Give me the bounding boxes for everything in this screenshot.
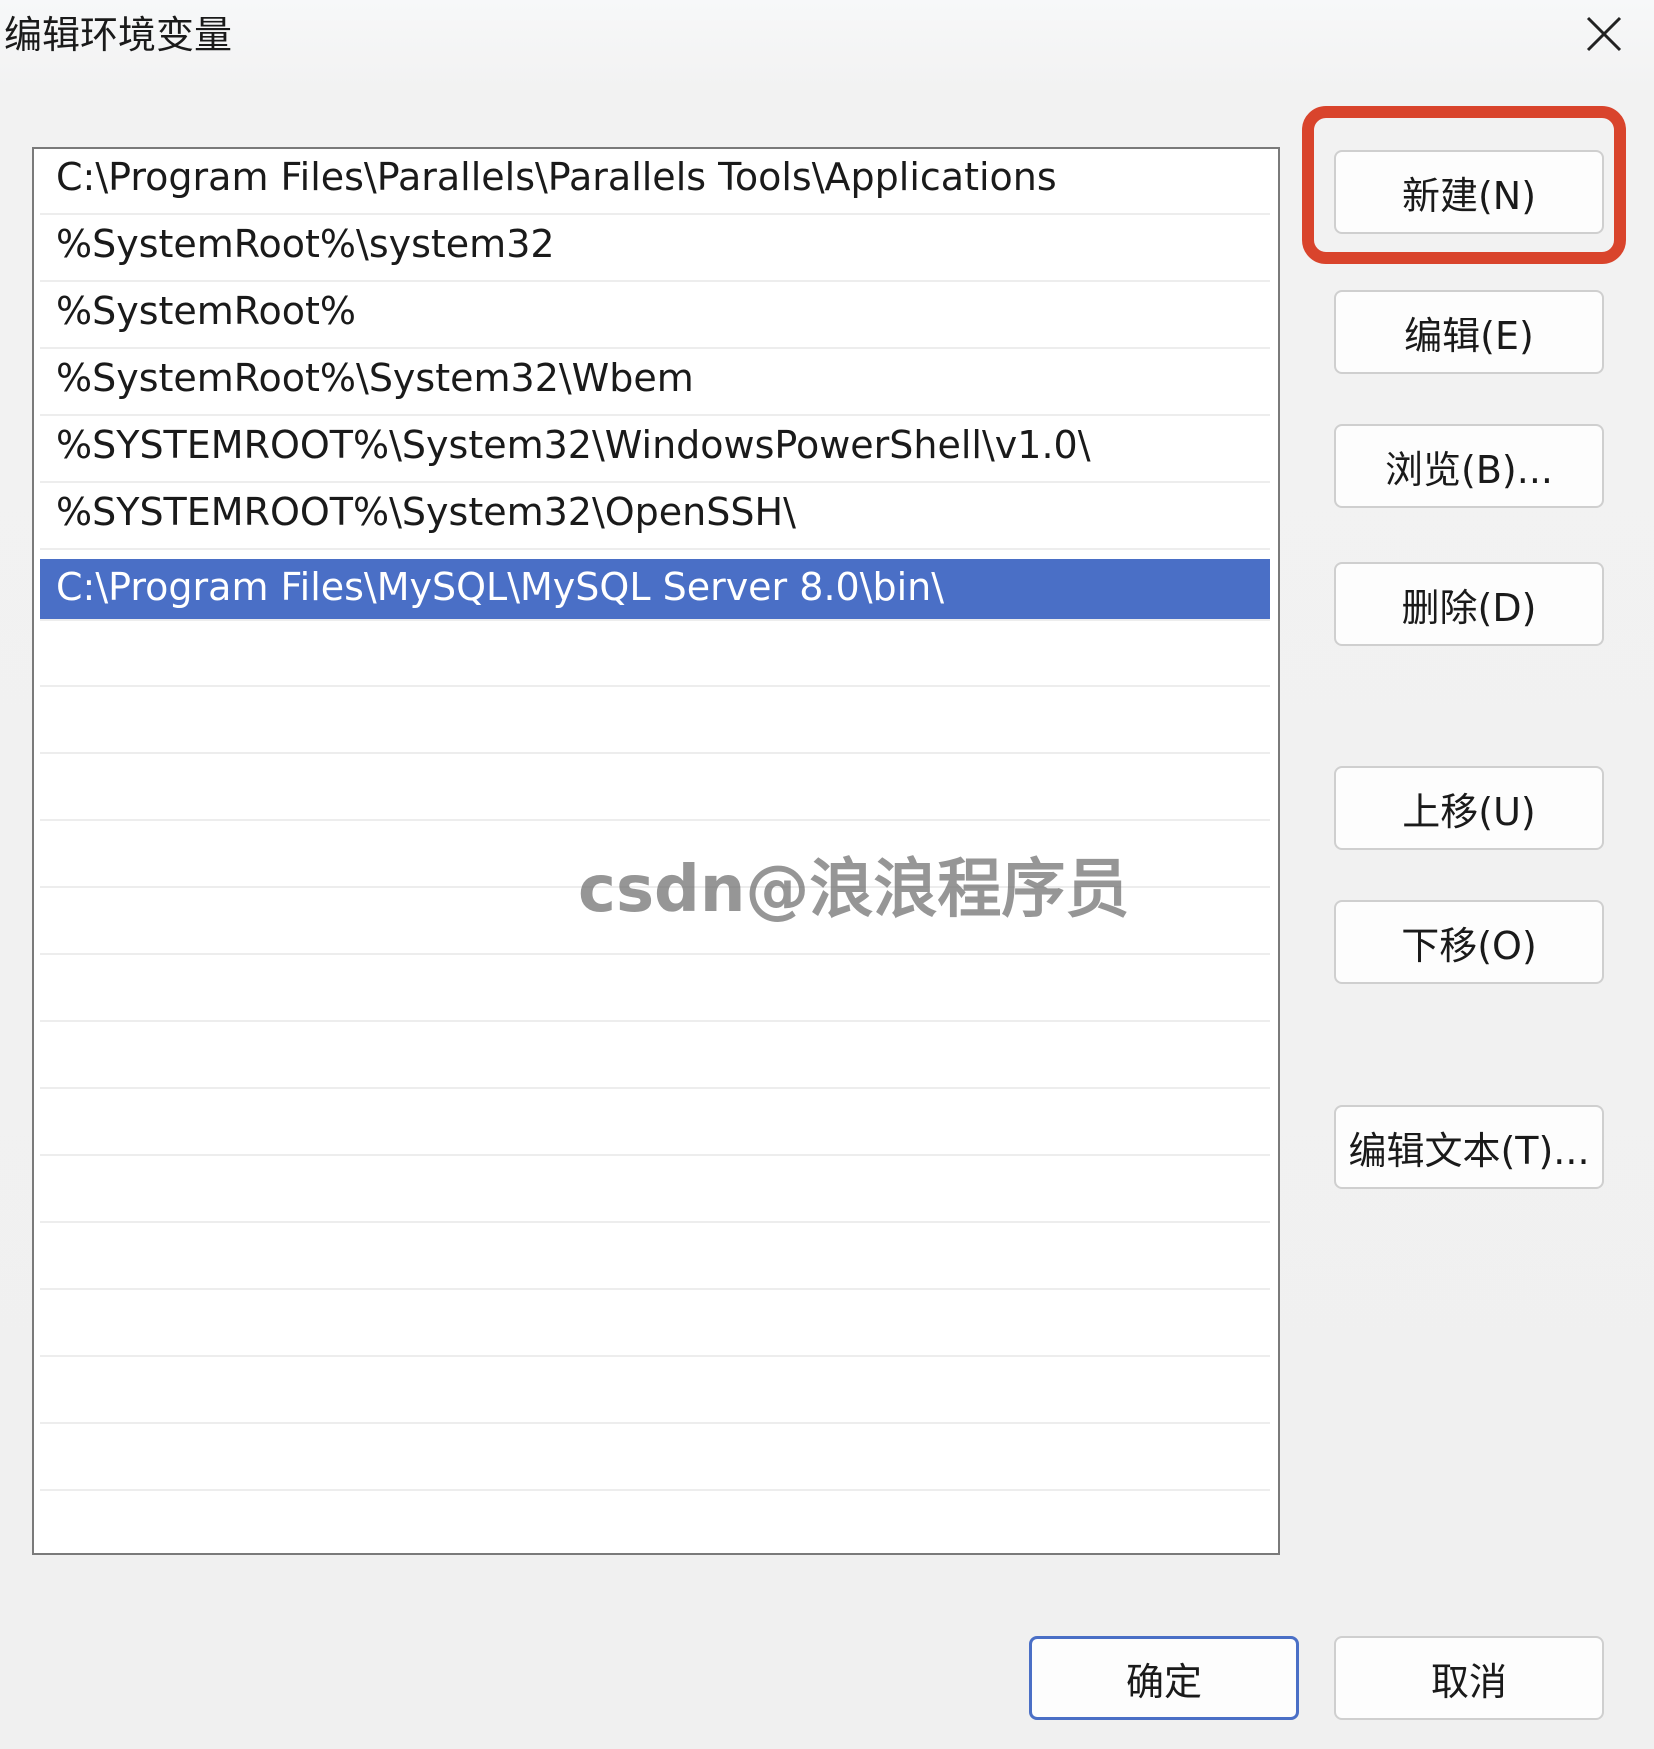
- list-item-empty: [40, 1023, 1270, 1089]
- watermark: csdn@浪浪程序员: [578, 853, 1130, 927]
- move-up-button[interactable]: 上移(U): [1334, 766, 1604, 850]
- list-item[interactable]: %SYSTEMROOT%\System32\OpenSSH\: [40, 484, 1270, 550]
- edit-text-button[interactable]: 编辑文本(T)...: [1334, 1105, 1604, 1189]
- list-item-label: %SYSTEMROOT%\System32\OpenSSH\: [56, 490, 796, 534]
- list-item-empty: [40, 621, 1270, 687]
- delete-button[interactable]: 删除(D): [1334, 562, 1604, 646]
- list-item[interactable]: %SYSTEMROOT%\System32\WindowsPowerShell\…: [40, 417, 1270, 483]
- list-item-empty: [40, 1090, 1270, 1156]
- move-down-button[interactable]: 下移(O): [1334, 900, 1604, 984]
- cancel-button[interactable]: 取消: [1334, 1636, 1604, 1720]
- list-item-empty: [40, 755, 1270, 821]
- list-item-label: C:\Program Files\MySQL\MySQL Server 8.0\…: [56, 565, 945, 609]
- list-item-empty: [40, 688, 1270, 754]
- edit-button[interactable]: 编辑(E): [1334, 290, 1604, 374]
- list-item[interactable]: C:\Program Files\Parallels\Parallels Too…: [40, 149, 1270, 215]
- list-item-empty: [40, 1224, 1270, 1290]
- new-button[interactable]: 新建(N): [1334, 150, 1604, 234]
- list-item-empty: [40, 1291, 1270, 1357]
- dialog-title: 编辑环境变量: [4, 13, 233, 57]
- close-button[interactable]: [1576, 6, 1632, 62]
- list-item-label: %SystemRoot%: [56, 289, 357, 333]
- list-item-label: %SYSTEMROOT%\System32\WindowsPowerShell\…: [56, 423, 1091, 467]
- list-item-empty: [40, 1425, 1270, 1491]
- list-item-empty: [40, 1157, 1270, 1223]
- list-item-empty: [40, 1358, 1270, 1424]
- ok-button[interactable]: 确定: [1029, 1636, 1299, 1720]
- list-item-label: %SystemRoot%\system32: [56, 222, 555, 266]
- list-item-selected[interactable]: C:\Program Files\MySQL\MySQL Server 8.0\…: [40, 559, 1270, 621]
- close-icon: [1586, 16, 1622, 52]
- list-item-label: C:\Program Files\Parallels\Parallels Too…: [56, 155, 1057, 199]
- list-item[interactable]: %SystemRoot%\system32: [40, 216, 1270, 282]
- list-item[interactable]: %SystemRoot%: [40, 283, 1270, 349]
- list-item-empty: [40, 956, 1270, 1022]
- edit-environment-variable-dialog: 编辑环境变量 C:\Program Files\Parallels\Parall…: [0, 0, 1654, 1749]
- browse-button[interactable]: 浏览(B)...: [1334, 424, 1604, 508]
- list-item-label: %SystemRoot%\System32\Wbem: [56, 356, 694, 400]
- list-item[interactable]: %SystemRoot%\System32\Wbem: [40, 350, 1270, 416]
